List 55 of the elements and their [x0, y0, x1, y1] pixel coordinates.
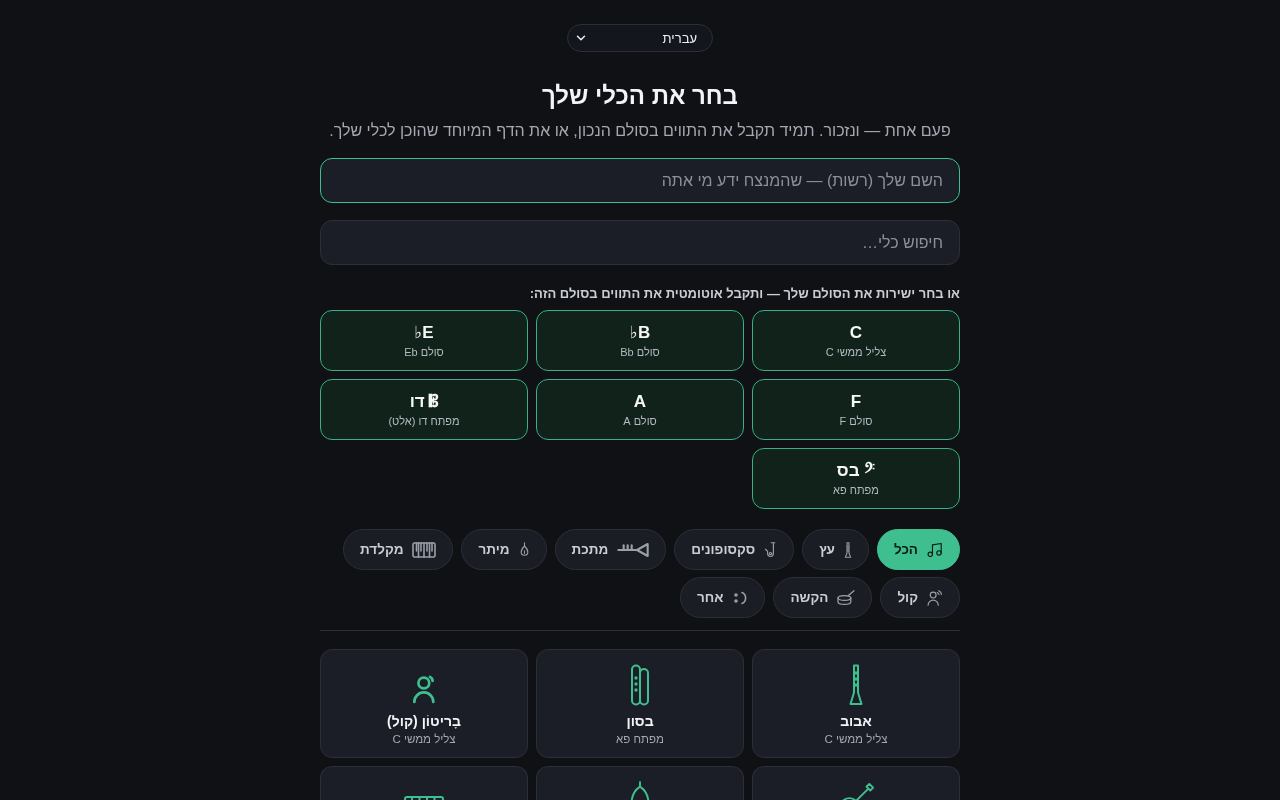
key-caption: צליל ממשי C [825, 344, 887, 359]
key-name: E♭ [414, 322, 434, 343]
instrument-card[interactable]: בָריטוֹן (קול) צליל ממשי C [320, 649, 528, 758]
singer-icon [927, 589, 943, 606]
key-name: F [850, 391, 862, 412]
category-chip[interactable]: קול [880, 577, 960, 618]
instrument-caption: צליל ממשי C [392, 732, 456, 747]
instrument-caption: מפתח פא [616, 732, 664, 747]
instrument-card[interactable] [752, 766, 960, 800]
key-prompt: או בחר ישירות את הסולם שלך — ותקבל אוטומטית את התווים בסולם הזה: [528, 285, 960, 303]
instrument-name: אבוב [840, 712, 872, 730]
search-field[interactable]: חיפוש כלי… [320, 220, 960, 265]
trumpet-icon [617, 541, 650, 558]
key-caption: סולם Bb [620, 344, 660, 359]
language-select[interactable]: עברית [567, 24, 713, 52]
instrument-name: בסון [626, 712, 654, 730]
category-chip[interactable]: עץ [802, 529, 869, 570]
instrument-card[interactable] [536, 766, 744, 800]
violin-icon [518, 541, 530, 558]
clarinet-icon [843, 541, 852, 558]
category-chip[interactable]: אחר [679, 577, 766, 618]
key-caption: סולם A [623, 413, 657, 428]
key-name: 𝄡 דו [409, 391, 439, 412]
category-chip[interactable]: הקשה [773, 577, 873, 618]
bassoon-icon [630, 664, 650, 706]
keyboard-icon [404, 796, 444, 800]
category-chip[interactable]: מיתר [461, 529, 547, 570]
key-caption: מפתח דו (אלט) [388, 413, 460, 428]
instrument-card[interactable]: בסון מפתח פא [536, 649, 744, 758]
face-icon [732, 589, 749, 606]
saxophone-icon [764, 541, 778, 558]
page-title: בחר את הכלי שלך [541, 81, 739, 111]
key-caption: סולם F [839, 413, 873, 428]
category-chip[interactable]: מתכת [554, 529, 667, 570]
key-name: 𝄢 בס [836, 460, 876, 481]
music-note-icon [927, 541, 943, 558]
instrument-caption: צליל ממשי C [824, 732, 888, 747]
key-name: A [633, 391, 647, 412]
instrument-card[interactable]: אבוב צליל ממשי C [752, 649, 960, 758]
key-caption: סולם Eb [404, 344, 444, 359]
instrument-card[interactable] [320, 766, 528, 800]
instrument-name: בָריטוֹן (קול) [387, 712, 461, 730]
drum-icon [837, 589, 856, 606]
key-caption: מפתח פא [833, 482, 879, 497]
category-chip[interactable]: סקסופונים [674, 529, 795, 570]
key-card[interactable]: 𝄡 דו מפתח דו (אלט) [320, 379, 528, 440]
key-name: B♭ [629, 322, 651, 343]
category-chip[interactable]: מקלדת [343, 529, 454, 570]
page-subtitle: פעם אחת — ונזכור. תמיד תקבל את התווים בסולם הנכון, או את הדף המיוחד שהוכן לכלי שלך. [328, 121, 952, 141]
piano-keys-icon [412, 541, 437, 558]
category-chip[interactable]: הכל [876, 529, 960, 570]
name-field[interactable]: השם שלך (רשות) — שהמנצח ידע מי אתה [320, 158, 960, 203]
key-name: C [849, 322, 863, 343]
oboe-icon [848, 664, 864, 706]
key-card[interactable]: 𝄢 בס מפתח פא [752, 448, 960, 509]
